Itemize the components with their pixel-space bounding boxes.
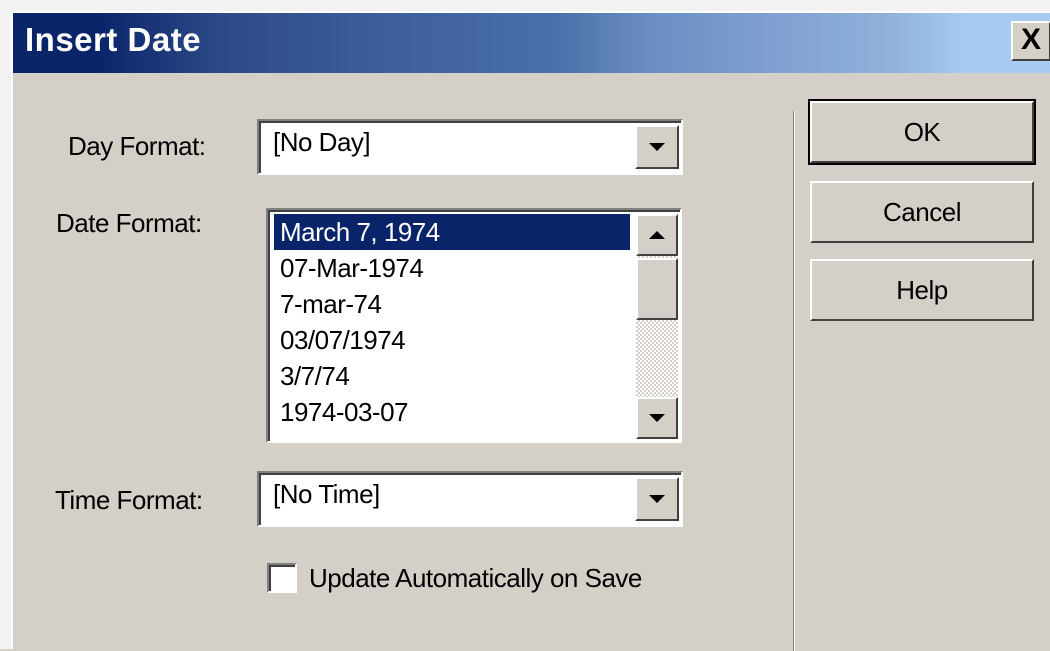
help-button[interactable]: Help <box>810 259 1034 321</box>
scroll-thumb[interactable] <box>636 258 678 320</box>
vertical-divider <box>793 111 795 651</box>
chevron-down-icon <box>649 495 665 503</box>
update-automatically-label[interactable]: Update Automatically on Save <box>309 563 642 594</box>
list-item[interactable]: 03/07/1974 <box>274 322 630 358</box>
ok-button[interactable]: OK <box>808 99 1036 165</box>
cancel-button[interactable]: Cancel <box>810 181 1034 243</box>
date-format-scrollbar[interactable] <box>636 214 678 439</box>
title-bar[interactable]: Insert Date X <box>13 13 1050 73</box>
close-icon: X <box>1020 23 1041 56</box>
list-item[interactable]: 07-Mar-1974 <box>274 250 630 286</box>
scroll-up-button[interactable] <box>636 214 678 256</box>
chevron-down-icon <box>649 143 665 151</box>
time-format-select[interactable]: [No Time] <box>257 471 683 527</box>
scroll-down-button[interactable] <box>636 397 678 439</box>
day-format-value: [No Day] <box>273 127 371 157</box>
list-item-selected[interactable]: March 7, 1974 <box>274 214 630 250</box>
day-format-dropdown-button[interactable] <box>635 125 679 169</box>
day-format-select[interactable]: [No Day] <box>257 119 683 175</box>
update-automatically-checkbox[interactable] <box>267 563 297 593</box>
insert-date-dialog: Insert Date X Day Format: [No Day] Date … <box>11 11 1050 651</box>
date-format-label: Date Format: <box>56 208 202 238</box>
dialog-title: Insert Date <box>25 21 202 58</box>
list-item[interactable]: 1974-03-07 <box>274 394 630 430</box>
time-format-dropdown-button[interactable] <box>635 477 679 521</box>
time-format-label: Time Format: <box>55 485 203 515</box>
list-item[interactable]: 3/7/74 <box>274 358 630 394</box>
time-format-value: [No Time] <box>273 479 380 509</box>
list-item[interactable]: 7-mar-74 <box>274 286 630 322</box>
scroll-up-icon <box>649 231 665 239</box>
scroll-down-icon <box>649 414 665 422</box>
date-format-listbox[interactable]: March 7, 1974 07-Mar-1974 7-mar-74 03/07… <box>266 208 682 443</box>
day-format-label: Day Format: <box>68 131 206 161</box>
close-button[interactable]: X <box>1011 21 1050 61</box>
